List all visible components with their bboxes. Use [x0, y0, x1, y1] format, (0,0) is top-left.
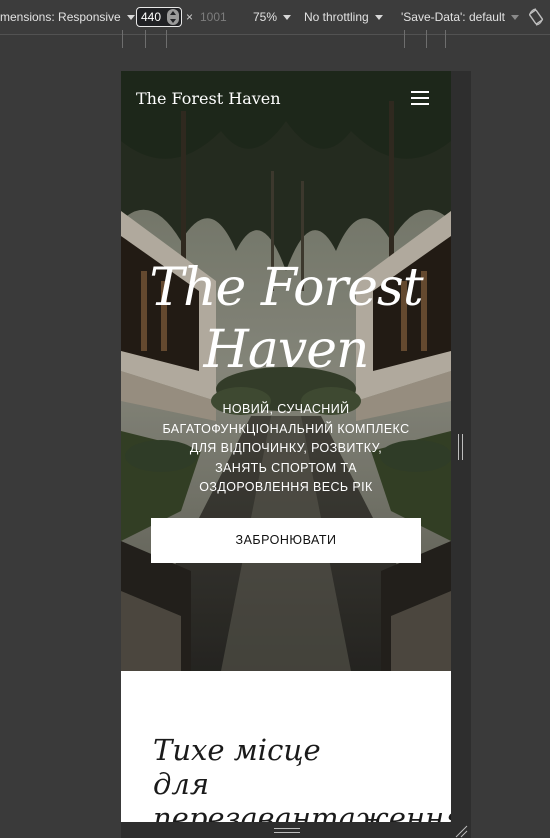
hero-subtitle-line: ДЛЯ ВІДПОЧИНКУ, РОЗВИТКУ, [189, 441, 383, 455]
chevron-down-icon [283, 14, 292, 20]
chevron-down-icon [126, 14, 135, 20]
device-viewport[interactable]: The Forest Haven The Forest Haven НОВИЙ,… [121, 71, 451, 838]
hamburger-menu-icon[interactable] [411, 91, 429, 106]
throttling-label: No throttling [304, 10, 369, 24]
height-resize-handle[interactable] [274, 828, 300, 833]
hero-title-line: Haven [203, 320, 370, 380]
height-input[interactable]: 1001 [200, 10, 227, 24]
hero-subtitle-line: ЗАНЯТЬ СПОРТОМ ТА [215, 460, 357, 475]
chevron-down-icon [510, 14, 519, 20]
ruler-tick [145, 30, 146, 48]
width-resize-handle[interactable] [458, 434, 463, 460]
ruler-tick [426, 30, 427, 48]
hero-subtitle-line: ОЗДОРОВЛЕННЯ ВЕСЬ РІК [199, 480, 373, 494]
hero-subtitle: НОВИЙ, СУЧАСНИЙ БАГАТОФУНКЦІОНАЛЬНИЙ КОМ… [151, 400, 421, 498]
rotate-device-icon[interactable] [528, 8, 544, 26]
intro-section: Тихе місце для перезавантаження [121, 671, 451, 838]
ruler-tick [445, 30, 446, 48]
site-logo[interactable]: The Forest Haven [136, 89, 281, 108]
book-button[interactable]: ЗАБРОНЮВАТИ [151, 518, 421, 563]
width-input[interactable]: 440 [136, 7, 182, 27]
ruler-divider [0, 34, 550, 35]
corner-resize-icon[interactable] [454, 824, 468, 838]
ruler-tick [404, 30, 405, 48]
hero-section: The Forest Haven The Forest Haven НОВИЙ,… [121, 71, 451, 671]
zoom-dropdown[interactable]: 75% [253, 10, 292, 24]
dimensions-label: mensions: Responsive [0, 10, 121, 24]
hero-title: The Forest Haven [121, 257, 451, 381]
device-toolbar: mensions: Responsive 440 × 1001 75% No t… [0, 0, 550, 34]
spinner-icon[interactable] [167, 9, 179, 25]
hero-subtitle-line: НОВИЙ, СУЧАСНИЙ [222, 402, 350, 416]
save-data-label: 'Save-Data': default [401, 10, 505, 24]
section-title-line: для [153, 767, 210, 801]
save-data-dropdown[interactable]: 'Save-Data': default [401, 10, 519, 24]
section-title: Тихе місце для перезавантаження [153, 733, 451, 835]
chevron-down-icon [374, 14, 383, 20]
hero-title-line: The Forest [149, 258, 423, 318]
times-sign: × [186, 10, 194, 24]
hero-subtitle-line: БАГАТОФУНКЦІОНАЛЬНИЙ КОМПЛЕКС [162, 421, 410, 436]
dimensions-dropdown[interactable]: mensions: Responsive [0, 10, 135, 24]
width-value: 440 [141, 10, 162, 24]
throttling-dropdown[interactable]: No throttling [304, 10, 383, 24]
zoom-label: 75% [253, 10, 278, 24]
ruler-tick [122, 30, 123, 48]
ruler-tick [166, 30, 167, 48]
section-title-line: Тихе місце [153, 733, 321, 767]
